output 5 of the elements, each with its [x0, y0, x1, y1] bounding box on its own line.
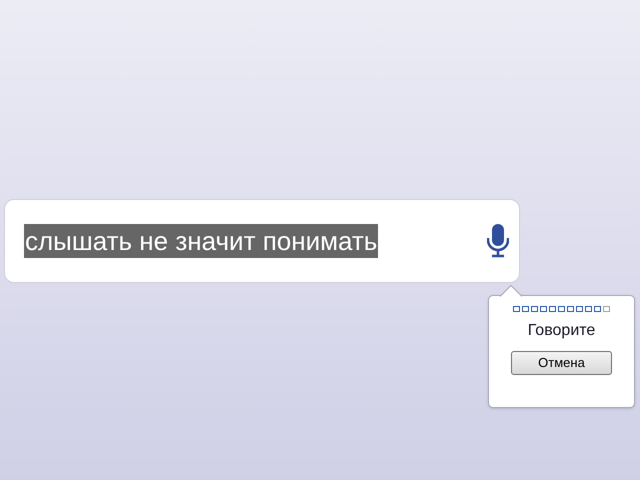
- cancel-button[interactable]: Отмена: [511, 351, 612, 375]
- status-text: Говорите: [528, 321, 596, 341]
- search-field[interactable]: слышать не значит понимать: [4, 199, 520, 283]
- microphone-icon[interactable]: [487, 224, 509, 258]
- search-text: слышать не значит понимать: [24, 224, 378, 258]
